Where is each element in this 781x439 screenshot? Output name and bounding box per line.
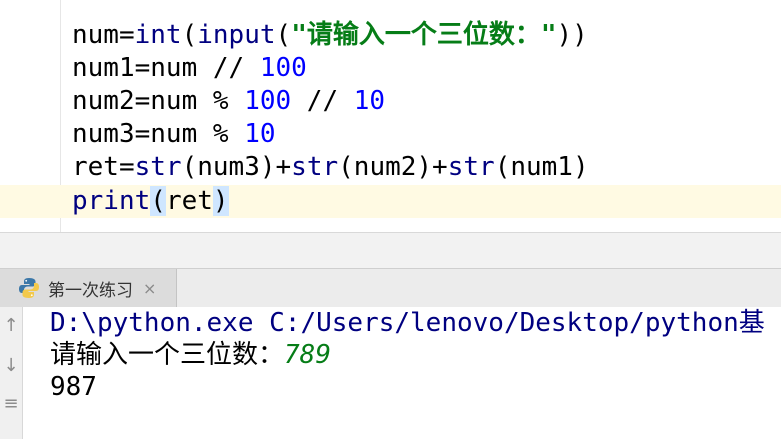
code-token: ret= xyxy=(72,152,135,182)
code-line-2[interactable]: num1=num // 100 xyxy=(72,52,307,85)
string-literal: "请输入一个三位数：" xyxy=(291,20,557,50)
run-tab-label: 第一次练习 xyxy=(48,280,133,301)
panel-splitter[interactable] xyxy=(0,232,781,269)
run-tab[interactable]: 第一次练习 × xyxy=(0,269,177,307)
code-line-3[interactable]: num2=num % 100 // 10 xyxy=(72,85,385,118)
builtin-int: int xyxy=(134,20,182,50)
code-token: ( xyxy=(275,20,292,50)
code-token: ret xyxy=(165,186,213,216)
soft-wrap-icon[interactable]: ≡ xyxy=(0,393,22,414)
code-token: num1=num // xyxy=(72,53,260,83)
number-literal: 100 xyxy=(244,86,292,116)
python-icon xyxy=(19,278,39,298)
code-token: num2=num % xyxy=(72,86,245,116)
number-literal: 10 xyxy=(244,119,276,149)
code-line-4[interactable]: num3=num % 10 xyxy=(72,118,276,151)
console-toolbar: ↑ ↓ ≡ xyxy=(0,307,23,439)
run-tool-window-tabbar: 第一次练习 × xyxy=(0,268,781,308)
arrow-down-icon[interactable]: ↓ xyxy=(0,355,22,376)
number-literal: 10 xyxy=(353,86,386,116)
code-token: ( xyxy=(181,20,198,50)
code-token: num3=num % xyxy=(72,119,245,149)
code-token: )) xyxy=(556,20,588,50)
console-output-line: 987 xyxy=(50,372,97,402)
run-console[interactable]: ↑ ↓ ≡ D:\python.exe C:/Users/lenovo/Desk… xyxy=(0,307,781,439)
builtin-input: input xyxy=(197,20,276,50)
code-token: // xyxy=(291,86,354,116)
code-token: (num1) xyxy=(494,152,589,182)
arrow-up-icon[interactable]: ↑ xyxy=(0,315,22,336)
builtin-str: str xyxy=(134,152,182,182)
console-command-line: D:\python.exe C:/Users/lenovo/Desktop/py… xyxy=(50,308,765,338)
code-token: (num2)+ xyxy=(338,152,448,182)
console-prompt-line: 请输入一个三位数：789 xyxy=(50,339,331,371)
code-line-5[interactable]: ret=str(num3)+str(num2)+str(num1) xyxy=(72,151,589,184)
matched-paren: ( xyxy=(150,186,166,216)
close-icon[interactable]: × xyxy=(143,279,156,298)
number-literal: 100 xyxy=(259,53,307,83)
builtin-print: print xyxy=(72,186,151,216)
console-prompt: 请输入一个三位数： xyxy=(50,340,285,370)
code-line-6[interactable]: print(ret) xyxy=(72,185,229,218)
code-editor[interactable]: num=int(input("请输入一个三位数：")) num1=num // … xyxy=(0,0,781,232)
console-user-input: 789 xyxy=(284,340,331,370)
builtin-str: str xyxy=(291,152,339,182)
code-token: (num3)+ xyxy=(181,152,292,182)
builtin-str: str xyxy=(447,152,495,182)
code-token: num= xyxy=(72,20,135,50)
code-line-1[interactable]: num=int(input("请输入一个三位数：")) xyxy=(72,19,588,52)
matched-paren: ) xyxy=(212,186,229,216)
